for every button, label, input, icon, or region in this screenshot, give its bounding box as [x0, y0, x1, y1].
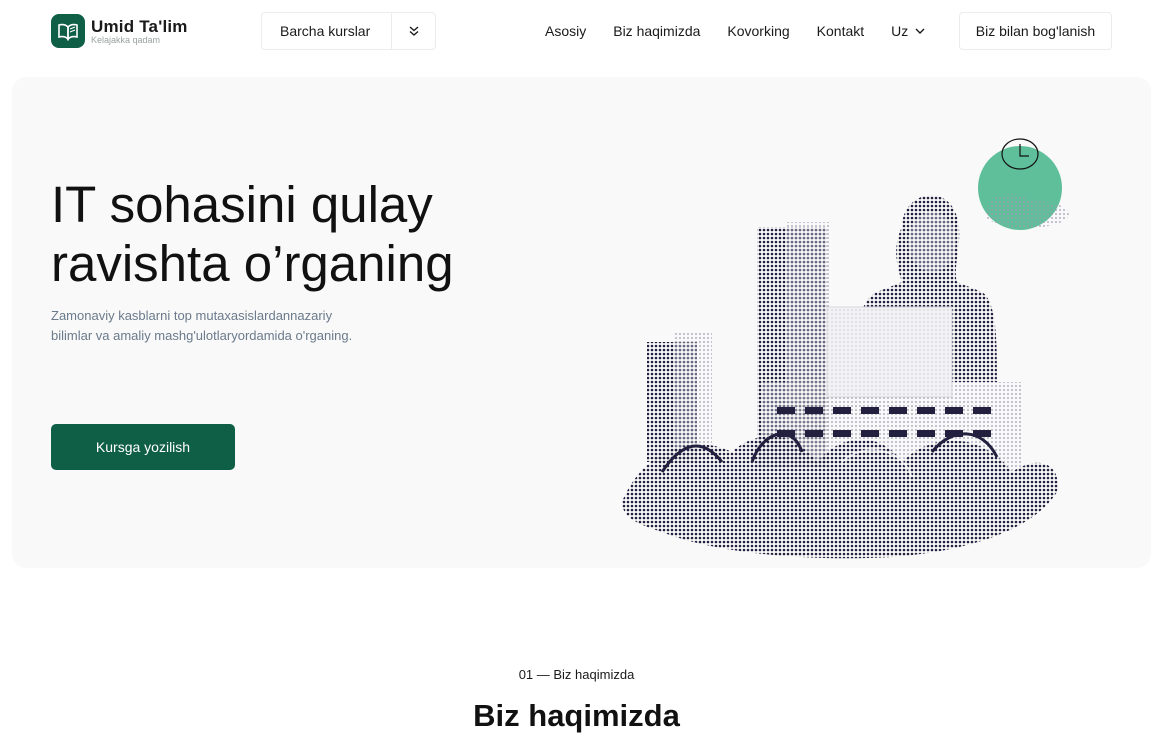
book-logo-icon: [51, 14, 85, 48]
courses-dropdown[interactable]: Barcha kurslar: [261, 12, 436, 50]
chevron-down-icon: [915, 28, 925, 34]
about-kicker: 01 — Biz haqimizda: [518, 667, 635, 682]
hero-subtitle-line-1: Zamonaviy kasblarni top mutaxasislardann…: [51, 308, 333, 323]
hero-title-line-2: ravishta o’rganing: [51, 235, 454, 292]
brand-logo[interactable]: Umid Ta'lim Kelajakka qadam: [51, 14, 188, 48]
nav-item-asosiy[interactable]: Asosiy: [545, 23, 586, 39]
contact-us-button[interactable]: Biz bilan bog'lanish: [959, 12, 1112, 50]
language-label: Uz: [891, 23, 909, 39]
hero-title: IT sohasini qulay ravishta o’rganing: [51, 175, 611, 293]
brand-name: Umid Ta'lim: [91, 16, 188, 36]
nav-item-biz-haqimizda[interactable]: Biz haqimizda: [613, 23, 700, 39]
hero-title-line-1: IT sohasini qulay: [51, 176, 433, 233]
nav-item-kontakt[interactable]: Kontakt: [817, 23, 864, 39]
hero-section: IT sohasini qulay ravishta o’rganing Zam…: [12, 77, 1151, 568]
main-nav: Asosiy Biz haqimizda Kovorking Kontakt U…: [545, 23, 925, 39]
double-chevron-down-icon: [409, 26, 418, 36]
brand-tagline: Kelajakka qadam: [91, 34, 161, 45]
hero-illustration: [622, 138, 1069, 559]
hero-subtitle: Zamonaviy kasblarni top mutaxasislardann…: [51, 306, 411, 346]
language-selector[interactable]: Uz: [891, 23, 925, 39]
nav-item-kovorking[interactable]: Kovorking: [727, 23, 789, 39]
courses-dropdown-toggle[interactable]: [391, 13, 435, 49]
woman-with-laptop: [826, 195, 997, 398]
hero-subtitle-line-2: bilimlar va amaliy mashg'ulotlaryordamid…: [51, 328, 353, 343]
courses-dropdown-label: Barcha kurslar: [280, 23, 371, 39]
about-title: Biz haqimizda: [473, 698, 680, 733]
enroll-button[interactable]: Kursga yozilish: [51, 424, 235, 470]
